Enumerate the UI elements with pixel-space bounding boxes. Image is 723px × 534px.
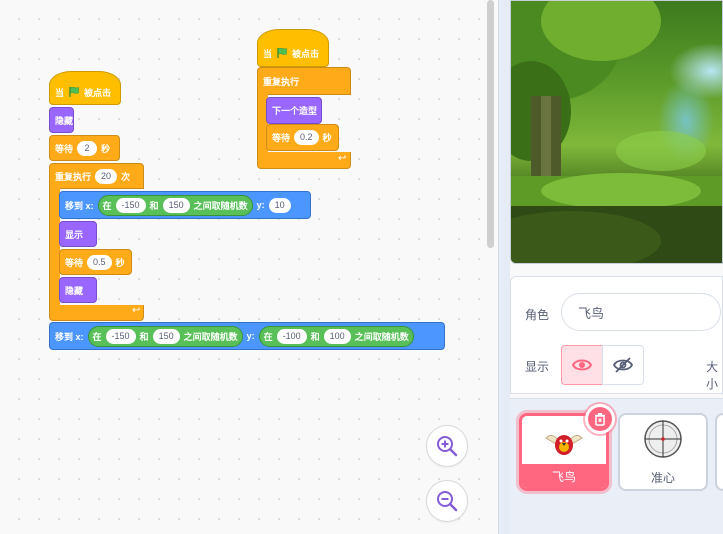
sprite-name-input[interactable]: 飞鸟	[561, 293, 721, 331]
hide-block[interactable]: 隐藏	[49, 107, 74, 133]
delete-sprite-button[interactable]	[585, 404, 615, 434]
zoom-out-button[interactable]	[426, 480, 468, 522]
hide-block[interactable]: 隐藏	[59, 277, 97, 303]
repeat-c-bottom	[49, 305, 144, 321]
green-flag-icon	[69, 86, 79, 97]
wait-label: 等待	[272, 133, 291, 143]
size-label: 大小	[706, 360, 719, 391]
goto-y-label: y:	[246, 331, 255, 341]
random-to-input[interactable]: 150	[162, 197, 190, 213]
seconds-label: 秒	[115, 257, 125, 268]
loop-arrow-icon: ↩	[132, 305, 141, 316]
hide-sprite-button[interactable]	[602, 345, 644, 385]
next-costume-block[interactable]: 下一个造型	[266, 97, 322, 124]
repeat-block[interactable]: 重复执行 20 次	[49, 163, 144, 189]
workspace-scrollbar[interactable]	[487, 0, 494, 248]
show-sprite-button[interactable]	[561, 345, 603, 385]
seconds-label: 秒	[101, 143, 111, 154]
zoom-in-button[interactable]	[426, 425, 468, 467]
code-workspace[interactable]: 当 被点击 隐藏 等待 2 秒 重复执行 20 次 移到 x: 在 -150 和…	[0, 0, 498, 534]
sprite-card-crosshair[interactable]: 准心	[618, 413, 708, 491]
and-label: 和	[310, 331, 320, 342]
random-from-input[interactable]: -150	[115, 197, 146, 213]
goto-y-input[interactable]: 10	[268, 197, 291, 213]
trash-icon	[595, 413, 605, 426]
in-label: 在	[102, 200, 112, 211]
random-y-from-input[interactable]: -100	[276, 328, 307, 344]
when-label: 当	[55, 87, 65, 98]
when-label: 当	[263, 48, 273, 59]
forever-block[interactable]: 重复执行	[257, 67, 351, 95]
sprite-list: 飞鸟 准心	[510, 398, 723, 534]
random-label: 之间取随机数	[193, 200, 248, 211]
and-label: 和	[149, 200, 159, 211]
show-label: 显示	[525, 360, 550, 374]
goto-x-label: 移到 x:	[65, 200, 94, 211]
sprite-info-panel: 角色 飞鸟 显示 大小	[510, 276, 723, 394]
clicked-label: 被点击	[84, 87, 112, 98]
seconds-label: 秒	[322, 133, 332, 143]
wait-seconds-input[interactable]: 0.5	[87, 254, 112, 270]
when-flag-clicked-block[interactable]: 当 被点击	[49, 71, 121, 105]
goto-y-label: y:	[256, 200, 265, 210]
eye-icon	[572, 359, 592, 371]
repeat-count-input[interactable]: 20	[95, 168, 118, 184]
next-costume-label: 下一个造型	[272, 106, 318, 116]
panel-divider	[498, 0, 510, 534]
random-x-to-input[interactable]: 150	[152, 328, 180, 344]
wait-seconds-input[interactable]: 2	[77, 140, 98, 156]
wait-seconds-input[interactable]: 0.2	[294, 130, 319, 145]
and-label: 和	[139, 331, 149, 342]
clicked-label: 被点击	[292, 48, 320, 59]
show-label: 显示	[65, 229, 84, 240]
random-operator[interactable]: 在 -150 和 150 之间取随机数	[97, 194, 253, 216]
green-flag-icon	[277, 47, 287, 58]
eye-slash-icon	[613, 357, 633, 373]
wait-label: 等待	[65, 257, 84, 268]
stage[interactable]	[510, 0, 723, 264]
goto-x-label: 移到 x:	[55, 331, 84, 342]
bird-sprite-thumbnail	[545, 435, 583, 455]
show-block[interactable]: 显示	[59, 221, 97, 247]
sprite-card-name: 准心	[650, 470, 675, 485]
loop-arrow-icon: ↩	[338, 153, 347, 164]
crosshair-sprite-thumbnail	[644, 420, 682, 458]
times-label: 次	[121, 171, 131, 182]
in-label: 在	[263, 331, 273, 342]
sprite-label: 角色	[525, 308, 550, 322]
goto-random-block[interactable]: 移到 x: 在 -150 和 150 之间取随机数 y: 10	[59, 191, 311, 219]
forest-backdrop	[511, 1, 722, 263]
in-label: 在	[92, 331, 102, 342]
random-y-to-input[interactable]: 100	[323, 328, 351, 344]
zoom-in-icon	[437, 436, 458, 457]
wait-label: 等待	[55, 143, 74, 154]
goto-random-xy-block[interactable]: 移到 x: 在 -150 和 150 之间取随机数 y: 在 -100 和 10…	[49, 322, 445, 350]
hide-label: 隐藏	[65, 285, 84, 296]
hide-label: 隐藏	[55, 115, 74, 126]
when-flag-clicked-block[interactable]: 当 被点击	[257, 29, 329, 67]
random-x-operator[interactable]: 在 -150 和 150 之间取随机数	[87, 325, 243, 347]
wait-block[interactable]: 等待 0.2 秒	[266, 124, 339, 151]
random-y-operator[interactable]: 在 -100 和 100 之间取随机数	[258, 325, 414, 347]
zoom-out-icon	[437, 491, 458, 512]
random-label: 之间取随机数	[183, 331, 238, 342]
forever-label: 重复执行	[263, 76, 300, 87]
forever-c-bottom	[257, 152, 351, 169]
wait-block[interactable]: 等待 0.5 秒	[59, 249, 132, 275]
sprite-card-name: 飞鸟	[522, 464, 606, 488]
wait-block[interactable]: 等待 2 秒	[49, 135, 120, 161]
repeat-label: 重复执行	[55, 171, 92, 182]
sprite-card-partial[interactable]	[715, 413, 723, 491]
random-x-from-input[interactable]: -150	[105, 328, 136, 344]
random-label: 之间取随机数	[354, 331, 409, 342]
